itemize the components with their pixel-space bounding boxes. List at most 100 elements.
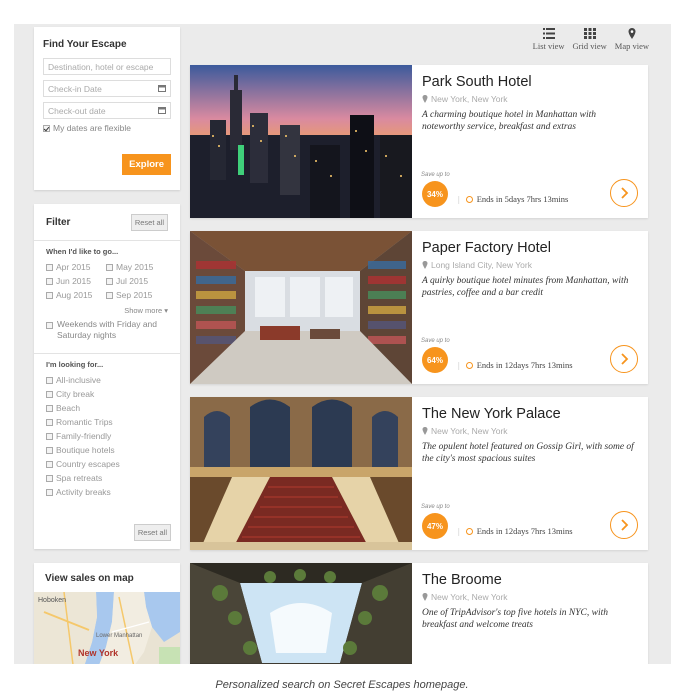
checkin-date-field[interactable]: Check-in Date: [43, 80, 171, 97]
location-text: Long Island City, New York: [431, 260, 532, 270]
month-label: Apr 2015: [56, 262, 91, 272]
hotel-card[interactable]: The Broome New York, New York One of Tri…: [190, 563, 648, 664]
looking-option[interactable]: All-inclusive: [46, 375, 168, 385]
hotel-location: Long Island City, New York: [422, 260, 638, 270]
filter-title: Filter: [46, 216, 71, 228]
hotel-card[interactable]: The New York Palace New York, New York T…: [190, 397, 648, 550]
save-up-to-label: Save up to: [421, 504, 450, 510]
city-skyline-image: [190, 65, 412, 218]
when-section: When I'd like to go... Apr 2015 May 2015…: [34, 240, 180, 347]
weekends-checkbox[interactable]: [46, 322, 53, 329]
looking-checkbox[interactable]: [46, 418, 53, 426]
courtyard-image: [190, 563, 412, 664]
flexible-dates-checkbox[interactable]: [43, 124, 50, 132]
reset-all-bottom-button[interactable]: Reset all: [133, 524, 171, 541]
looking-checkbox[interactable]: [46, 432, 53, 440]
map-panel: View sales on map Hoboken Lower Manhatta…: [34, 563, 180, 664]
looking-option[interactable]: Country escapes: [46, 459, 168, 469]
looking-options: All-inclusive City break Beach Romantic …: [46, 375, 168, 497]
looking-checkbox[interactable]: [46, 474, 53, 482]
hotel-image[interactable]: [190, 231, 412, 384]
hotel-title[interactable]: Paper Factory Hotel: [422, 240, 638, 256]
looking-label: Boutique hotels: [56, 445, 115, 455]
hotel-description: One of TripAdvisor's top five hotels in …: [422, 608, 608, 630]
month-label: Jul 2015: [116, 276, 149, 286]
hotel-title[interactable]: The New York Palace: [422, 406, 638, 422]
reset-all-button[interactable]: Reset all: [130, 213, 168, 231]
looking-checkbox[interactable]: [46, 390, 53, 398]
month-option[interactable]: Apr 2015: [46, 262, 106, 272]
page-frame: List view Grid view Map view Find Your E…: [14, 24, 671, 664]
grand-staircase-image: [190, 397, 412, 550]
location-text: New York, New York: [431, 94, 508, 104]
looking-checkbox[interactable]: [46, 446, 53, 454]
looking-checkbox[interactable]: [46, 488, 53, 496]
when-heading: When I'd like to go...: [46, 247, 119, 256]
month-checkbox[interactable]: [106, 277, 113, 285]
looking-option[interactable]: Family-friendly: [46, 431, 168, 441]
month-option[interactable]: Jul 2015: [106, 276, 166, 286]
month-option[interactable]: Jun 2015: [46, 276, 106, 286]
month-option[interactable]: Aug 2015: [46, 290, 106, 300]
list-view-label: List view: [532, 41, 565, 51]
view-deal-button[interactable]: [610, 511, 638, 539]
grid-view-button[interactable]: Grid view: [573, 28, 607, 51]
deal-countdown: | Ends in 12days 7hrs 13mins: [458, 360, 573, 370]
looking-option[interactable]: Beach: [46, 403, 168, 413]
hotel-location: New York, New York: [422, 94, 638, 104]
view-toggles: List view Grid view Map view: [533, 28, 649, 51]
checkout-date-field[interactable]: Check-out date: [43, 102, 171, 119]
month-option[interactable]: May 2015: [106, 262, 166, 272]
map-thumbnail[interactable]: Hoboken Lower Manhattan New York: [34, 592, 180, 664]
map-view-button[interactable]: Map view: [615, 28, 649, 51]
list-view-button[interactable]: List view: [533, 28, 565, 51]
grid-view-label: Grid view: [572, 41, 607, 51]
month-checkbox[interactable]: [46, 277, 53, 285]
looking-option[interactable]: Activity breaks: [46, 487, 168, 497]
checkout-placeholder: Check-out date: [48, 106, 106, 116]
weekends-label: Weekends with Friday and Saturday nights: [57, 319, 158, 340]
month-checkbox[interactable]: [106, 263, 113, 271]
month-checkbox[interactable]: [106, 291, 113, 299]
destination-input[interactable]: Destination, hotel or escape: [43, 58, 171, 75]
show-more-link[interactable]: Show more ▾: [46, 306, 168, 315]
looking-option[interactable]: Boutique hotels: [46, 445, 168, 455]
countdown-text: Ends in 12days 7hrs 13mins: [476, 526, 573, 536]
looking-option[interactable]: Spa retreats: [46, 473, 168, 483]
looking-label: Activity breaks: [56, 487, 111, 497]
loft-interior-image: [190, 231, 412, 384]
weekends-option[interactable]: Weekends with Friday and Saturday nights: [46, 319, 168, 341]
looking-checkbox[interactable]: [46, 460, 53, 468]
looking-option[interactable]: City break: [46, 389, 168, 399]
hotel-image[interactable]: [190, 65, 412, 218]
hotel-location: New York, New York: [422, 426, 638, 436]
grid-icon: [583, 28, 596, 39]
looking-checkbox[interactable]: [46, 404, 53, 412]
hotel-image[interactable]: [190, 397, 412, 550]
looking-checkbox[interactable]: [46, 376, 53, 384]
location-pin-icon: [422, 95, 428, 103]
chevron-right-icon: [620, 353, 628, 365]
month-checkbox[interactable]: [46, 263, 53, 271]
view-deal-button[interactable]: [610, 345, 638, 373]
looking-label: Spa retreats: [56, 473, 103, 483]
month-checkbox[interactable]: [46, 291, 53, 299]
hotel-title[interactable]: Park South Hotel: [422, 74, 638, 90]
calendar-icon: [158, 107, 166, 114]
month-label: May 2015: [116, 262, 154, 272]
clock-icon: [465, 361, 473, 369]
explore-button[interactable]: Explore: [122, 154, 171, 175]
hotel-image[interactable]: [190, 563, 412, 664]
hotel-card[interactable]: Paper Factory Hotel Long Island City, Ne…: [190, 231, 648, 384]
hotel-description: A quirky boutique hotel minutes from Man…: [422, 276, 629, 298]
map-title[interactable]: View sales on map: [45, 573, 169, 584]
figure-caption: Personalized search on Secret Escapes ho…: [215, 679, 469, 691]
view-deal-button[interactable]: [610, 179, 638, 207]
flexible-dates-option[interactable]: My dates are flexible: [43, 123, 171, 133]
hotel-title[interactable]: The Broome: [422, 572, 638, 588]
month-option[interactable]: Sep 2015: [106, 290, 166, 300]
looking-option[interactable]: Romantic Trips: [46, 417, 168, 427]
hotel-card[interactable]: Park South Hotel New York, New York A ch…: [190, 65, 648, 218]
deal-countdown: | Ends in 12days 7hrs 13mins: [458, 526, 573, 536]
map-graphic: Hoboken Lower Manhattan New York: [34, 592, 180, 664]
